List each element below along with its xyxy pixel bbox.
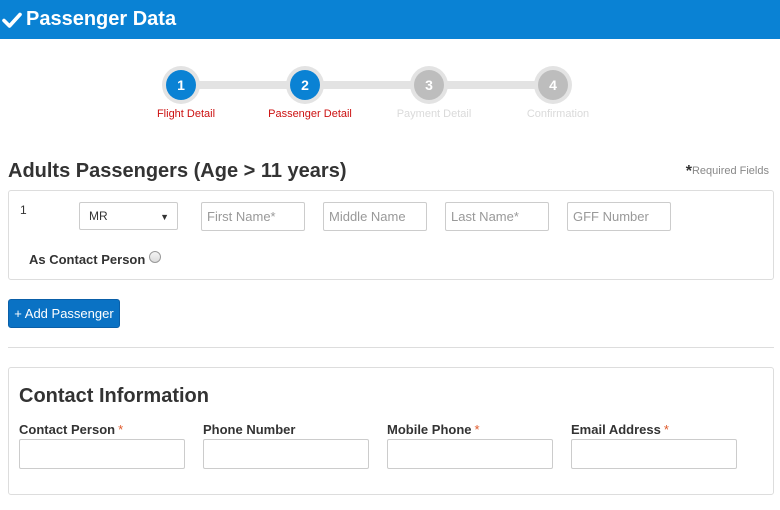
required-fields-note: *Required Fields — [686, 163, 769, 181]
contact-person-label-text: Contact Person — [19, 422, 116, 437]
step-1-label[interactable]: Flight Detail — [157, 108, 215, 120]
contact-section-title: Contact Information — [19, 385, 209, 407]
title-select[interactable]: MR ▼ — [79, 202, 178, 230]
required-marker: * — [663, 422, 669, 437]
mobile-phone-input[interactable] — [387, 439, 553, 469]
section-divider — [8, 347, 774, 348]
as-contact-person-label: As Contact Person — [29, 252, 146, 267]
phone-number-input[interactable] — [203, 439, 369, 469]
step-3-number: 3 — [414, 70, 444, 100]
dropdown-arrow-icon: ▼ — [160, 212, 169, 222]
contact-information-card: Contact Information Contact Person * Phon… — [8, 367, 774, 495]
mobile-phone-label-text: Mobile Phone — [387, 422, 472, 437]
checkmark-icon — [2, 12, 22, 28]
contact-person-label: Contact Person * — [19, 422, 123, 437]
as-contact-person-option[interactable]: As Contact Person — [29, 250, 162, 267]
last-name-input[interactable]: Last Name* — [445, 202, 549, 231]
step-3-circle: 3 — [410, 66, 448, 104]
email-address-label: Email Address * — [571, 422, 669, 437]
step-2-label[interactable]: Passenger Detail — [268, 108, 352, 120]
step-4-number: 4 — [538, 70, 568, 100]
step-connector — [321, 81, 412, 89]
first-name-input[interactable]: First Name* — [201, 202, 305, 231]
passenger-number: 1 — [20, 203, 27, 217]
step-2-circle[interactable]: 2 — [286, 66, 324, 104]
email-address-input[interactable] — [571, 439, 737, 469]
step-connector — [198, 81, 289, 89]
required-marker: * — [474, 422, 480, 437]
step-connector — [445, 81, 537, 89]
add-passenger-button[interactable]: + Add Passenger — [8, 299, 120, 328]
page-title: Passenger Data — [26, 8, 177, 30]
step-4-circle: 4 — [534, 66, 572, 104]
adults-section-title: Adults Passengers (Age > 11 years) — [8, 160, 347, 182]
required-fields-text: Required Fields — [691, 165, 769, 177]
step-1-number: 1 — [166, 70, 196, 100]
step-1-circle[interactable]: 1 — [162, 66, 200, 104]
progress-stepper: 1 2 3 4 Flight Detail Passenger Detail P… — [0, 64, 780, 124]
phone-number-label: Phone Number — [203, 422, 295, 437]
mobile-phone-label: Mobile Phone * — [387, 422, 480, 437]
step-4-label: Confirmation — [526, 108, 590, 120]
gff-number-input[interactable]: GFF Number — [567, 202, 671, 231]
required-marker: * — [118, 422, 124, 437]
contact-person-input[interactable] — [19, 439, 185, 469]
as-contact-person-radio[interactable] — [149, 250, 162, 263]
step-3-label: Payment Detail — [396, 108, 472, 120]
email-address-label-text: Email Address — [571, 422, 661, 437]
middle-name-input[interactable]: Middle Name — [323, 202, 427, 231]
title-select-value: MR — [89, 209, 108, 223]
step-2-number: 2 — [290, 70, 320, 100]
passenger-card: 1 MR ▼ First Name* Middle Name Last Name… — [8, 190, 774, 280]
phone-number-label-text: Phone Number — [203, 422, 296, 437]
page-header: Passenger Data — [0, 0, 780, 39]
